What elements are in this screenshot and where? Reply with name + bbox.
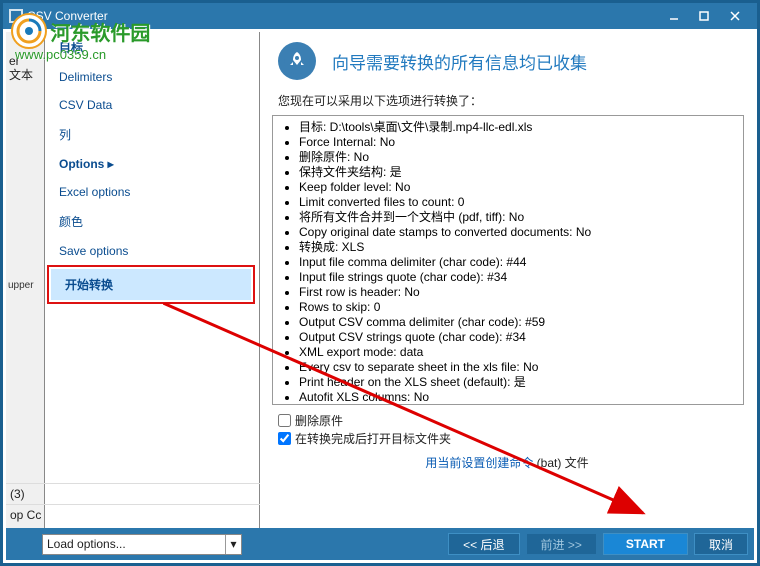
sidebar-item-excel[interactable]: Excel options [45, 178, 259, 206]
summary-item: XML export mode: data [299, 345, 741, 360]
sidebar-item-target[interactable]: 目标 [45, 32, 259, 63]
rocket-icon [278, 42, 316, 80]
load-options-dropdown[interactable]: Load options... ▾ [42, 534, 242, 555]
summary-item: Output CSV comma delimiter (char code): … [299, 315, 741, 330]
summary-item: 保持文件夹结构: 是 [299, 165, 741, 180]
wizard-title: 向导需要转换的所有信息均已收集 [332, 49, 587, 74]
summary-item: Copy original date stamps to converted d… [299, 225, 741, 240]
forward-button[interactable]: 前进 >> [526, 533, 597, 555]
back-button[interactable]: << 后退 [448, 533, 519, 555]
window-title: CSV Converter [9, 9, 659, 23]
sidebar-item-save[interactable]: Save options [45, 237, 259, 265]
cmdline-link[interactable]: 用当前设置创建命令 (bat) 文件 [260, 450, 754, 477]
summary-item: Output CSV strings quote (char code): #3… [299, 330, 741, 345]
highlight-box: 开始转换 [47, 265, 255, 304]
sidebar-item-options[interactable]: Options ▸ [45, 150, 259, 178]
check-open-dest[interactable]: 在转换完成后打开目标文件夹 [278, 430, 742, 447]
check-delete-originals[interactable]: 删除原件 [278, 412, 742, 429]
summary-item: 将所有文件合并到一个文档中 (pdf, tiff): No [299, 210, 741, 225]
sidebar-item-delimiters[interactable]: Delimiters [45, 63, 259, 91]
summary-item: Limit converted files to count: 0 [299, 195, 741, 210]
sidebar-item-color[interactable]: 颜色 [45, 206, 259, 237]
check-delete-originals-box[interactable] [278, 414, 291, 427]
summary-item: Print header on the XLS sheet (default):… [299, 375, 741, 390]
footer: Load options... ▾ << 后退 前进 >> START 取消 [6, 528, 754, 560]
summary-item: 转换成: XLS [299, 240, 741, 255]
summary-item: Force Internal: No [299, 135, 741, 150]
summary-item: Input file comma delimiter (char code): … [299, 255, 741, 270]
summary-item: Input file strings quote (char code): #3… [299, 270, 741, 285]
maximize-button[interactable] [689, 5, 719, 27]
summary-item: First row is header: No [299, 285, 741, 300]
start-button[interactable]: START [603, 533, 688, 555]
summary-list[interactable]: 目标: D:\tools\桌面\文件\录制.mp4-llc-edl.xlsFor… [272, 115, 744, 405]
sidebar-item-csvdata[interactable]: CSV Data [45, 91, 259, 119]
partial-left-labels: (3) op Cc [6, 483, 260, 525]
summary-item: Autofit XLS columns: No [299, 390, 741, 405]
sidebar: 目标 Delimiters CSV Data 列 Options ▸ Excel… [45, 32, 260, 560]
chevron-down-icon[interactable]: ▾ [225, 535, 241, 554]
summary-item: Rows to skip: 0 [299, 300, 741, 315]
cancel-button[interactable]: 取消 [694, 533, 748, 555]
check-open-dest-box[interactable] [278, 432, 291, 445]
sidebar-item-start[interactable]: 开始转换 [51, 269, 251, 300]
titlebar: CSV Converter [3, 3, 757, 29]
close-button[interactable] [719, 5, 751, 27]
summary-item: Keep folder level: No [299, 180, 741, 195]
summary-item: 删除原件: No [299, 150, 741, 165]
left-gutter: er 文本 upper [6, 32, 45, 560]
minimize-button[interactable] [659, 5, 689, 27]
summary-item: Every csv to separate sheet in the xls f… [299, 360, 741, 375]
wizard-subtitle: 您现在可以采用以下选项进行转换了： [260, 88, 754, 115]
app-icon [9, 9, 23, 23]
sidebar-item-columns[interactable]: 列 [45, 119, 259, 150]
summary-item: 目标: D:\tools\桌面\文件\录制.mp4-llc-edl.xls [299, 120, 741, 135]
